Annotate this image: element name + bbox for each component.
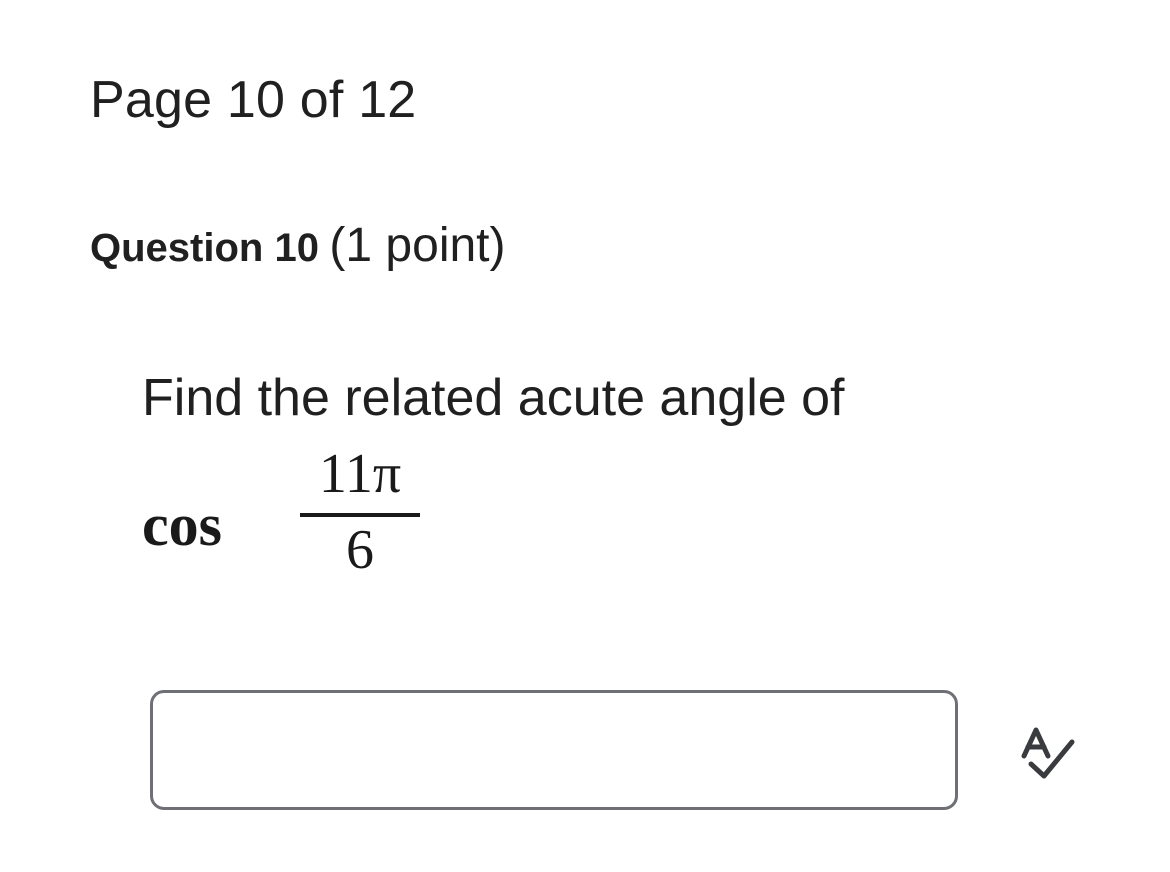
question-prompt: Find the related acute angle of — [142, 369, 845, 427]
page-indicator: Page 10 of 12 — [90, 71, 417, 129]
math-fraction: 11π 6 — [300, 440, 420, 590]
math-function-name: cos — [142, 492, 222, 558]
math-expression: cos 11π 6 — [142, 440, 442, 590]
spellcheck-button[interactable] — [1014, 722, 1084, 784]
fraction-bar — [300, 513, 420, 517]
question-header: Question 10 (1 point) — [90, 216, 506, 287]
spellcheck-icon — [1021, 727, 1075, 779]
fraction-denominator: 6 — [346, 519, 374, 581]
answer-input[interactable] — [150, 690, 958, 810]
fraction-numerator: 11π — [318, 443, 402, 505]
question-title: Question 10 — [90, 226, 319, 270]
question-points: (1 point) — [329, 219, 506, 272]
